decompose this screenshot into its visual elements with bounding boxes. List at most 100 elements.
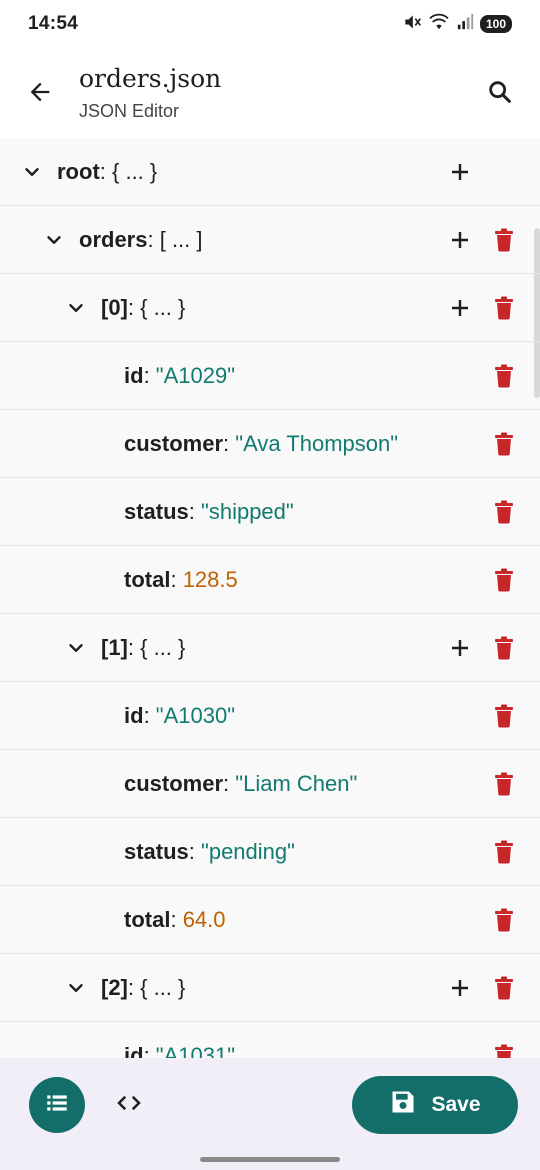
node-key: status [124,498,189,524]
node-key: total [124,906,171,932]
node-value: "shipped" [201,498,294,524]
node-text: id: "A1030" [124,703,235,729]
add-icon[interactable] [446,158,474,186]
node-value: "A1030" [155,702,236,728]
delete-icon[interactable] [490,226,518,254]
tree-node-row[interactable]: [1]: { ... } [0,614,540,682]
tree-node-row[interactable]: [2]: { ... } [0,954,540,1022]
node-key: status [124,838,189,864]
node-text: [0]: { ... } [101,295,185,321]
tree-node-row[interactable]: [0]: { ... } [0,274,540,342]
node-value: { ... } [140,294,186,320]
node-key: [2] [101,974,128,1000]
home-indicator[interactable] [200,1157,340,1162]
add-icon[interactable] [446,294,474,322]
tree-node-row[interactable]: orders: [ ... ] [0,206,540,274]
node-value: 128.5 [182,566,238,592]
tree-leaf-row[interactable]: total: 128.5 [0,546,540,614]
node-separator: : [188,498,202,524]
node-key: customer [124,430,224,456]
delete-icon[interactable] [490,770,518,798]
json-tree[interactable]: root: { ... } orders: [ ... ] [0]: { ... }… [0,138,540,1060]
delete-icon[interactable] [490,566,518,594]
node-value: "Ava Thompson" [235,430,399,456]
delete-icon[interactable] [490,838,518,866]
app-subtitle: JSON Editor [79,101,180,121]
node-separator: : [223,770,236,796]
save-button[interactable]: Save [352,1076,518,1134]
code-icon [114,1088,144,1123]
tree-view-button[interactable] [29,1077,85,1133]
list-icon [44,1090,70,1121]
tree-leaf-row[interactable]: total: 64.0 [0,886,540,954]
tree-leaf-row[interactable]: id: "A1031" [0,1022,540,1060]
chevron-down-icon[interactable] [64,296,88,320]
node-separator: : [188,838,202,864]
tree-leaf-row[interactable]: id: "A1029" [0,342,540,410]
wifi-icon [428,13,450,36]
node-separator: : [127,634,141,660]
add-icon[interactable] [446,974,474,1002]
node-value: { ... } [140,634,186,660]
tree-leaf-row[interactable]: customer: "Liam Chen" [0,750,540,818]
node-separator: : [127,974,141,1000]
node-key: [1] [101,634,128,660]
delete-icon[interactable] [490,634,518,662]
node-separator: : [127,294,141,320]
add-icon[interactable] [446,634,474,662]
status-time: 14:54 [28,13,79,34]
add-icon[interactable] [446,226,474,254]
save-label: Save [431,1093,481,1116]
battery-indicator: 100 [479,15,512,33]
chevron-down-icon[interactable] [64,636,88,660]
node-key: [0] [101,294,128,320]
delete-icon[interactable] [490,498,518,526]
node-separator: : [223,430,236,456]
app-bar: orders.json JSON Editor [0,48,540,138]
node-separator: : [99,158,112,184]
node-value: "Liam Chen" [235,770,358,796]
tree-leaf-row[interactable]: id: "A1030" [0,682,540,750]
chevron-down-icon[interactable] [20,160,44,184]
node-key: id [124,362,144,388]
node-value: 64.0 [182,906,226,932]
delete-icon[interactable] [490,906,518,934]
node-text: root: { ... } [57,159,157,185]
tree-leaf-row[interactable]: status: "shipped" [0,478,540,546]
delete-icon[interactable] [490,702,518,730]
node-value: { ... } [140,974,186,1000]
code-view-button[interactable] [109,1085,149,1125]
node-key: customer [124,770,224,796]
node-separator: : [147,226,160,252]
node-text: status: "shipped" [124,499,294,525]
node-text: id: "A1029" [124,363,235,389]
delete-icon[interactable] [490,362,518,390]
status-bar: 14:54 100 [0,0,540,48]
chevron-down-icon[interactable] [64,976,88,1000]
node-key: id [124,702,144,728]
tree-leaf-row[interactable]: status: "pending" [0,818,540,886]
node-value: [ ... ] [159,226,203,252]
delete-icon[interactable] [490,430,518,458]
tree-leaf-row[interactable]: customer: "Ava Thompson" [0,410,540,478]
arrow-back-icon [26,78,54,111]
search-button[interactable] [480,74,520,114]
node-text: [2]: { ... } [101,975,185,1001]
node-separator: : [170,566,183,592]
node-text: customer: "Ava Thompson" [124,431,398,457]
bottom-bar: Save [0,1058,540,1170]
node-text: status: "pending" [124,839,295,865]
delete-icon[interactable] [490,974,518,1002]
node-value: "pending" [201,838,295,864]
node-text: [1]: { ... } [101,635,185,661]
search-icon [486,78,514,111]
node-key: total [124,566,171,592]
node-separator: : [143,702,156,728]
chevron-down-icon[interactable] [42,228,66,252]
back-button[interactable] [20,74,60,114]
delete-icon[interactable] [490,294,518,322]
node-separator: : [143,362,156,388]
node-separator: : [170,906,183,932]
tree-node-row[interactable]: root: { ... } [0,138,540,206]
node-value: { ... } [112,158,158,184]
